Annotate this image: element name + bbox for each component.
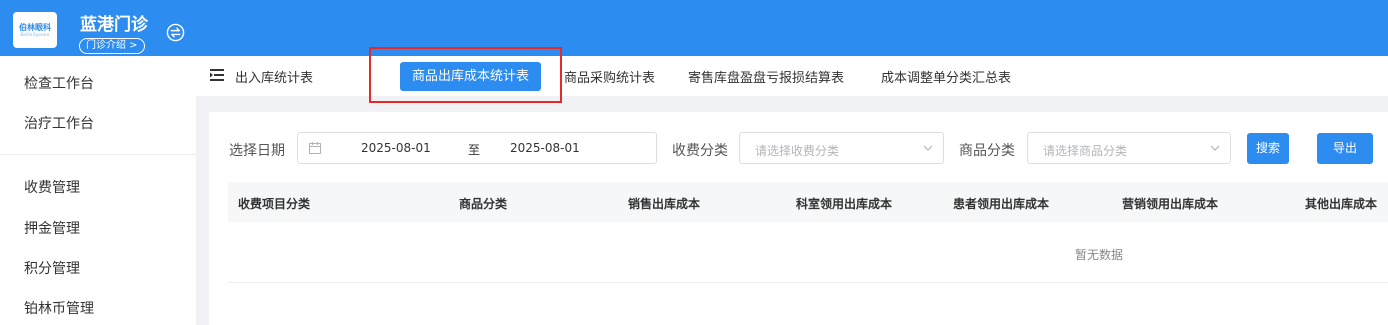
switch-icon[interactable]	[166, 23, 185, 42]
date-start-value[interactable]: 2025-08-01	[361, 141, 431, 155]
chevron-down-icon	[923, 145, 933, 151]
goods-category-placeholder: 请选择商品分类	[1043, 144, 1128, 158]
fee-category-label: 收费分类	[672, 143, 728, 159]
column-header-goods-category: 商品分类	[459, 197, 508, 211]
date-range-picker[interactable]: 2025-08-01 至 2025-08-01	[297, 132, 657, 164]
sidebar: 检查工作台 治疗工作台 收费管理 押金管理 积分管理 铂林币管理	[0, 56, 196, 325]
tab-stock-in-out-report[interactable]: 出入库统计表	[235, 67, 313, 86]
chevron-down-icon	[1210, 145, 1220, 151]
table-bottom-divider	[228, 282, 1388, 283]
logo-text: 伯林眼科	[19, 22, 51, 32]
sidebar-item-points-management[interactable]: 积分管理	[24, 258, 80, 278]
sidebar-divider	[0, 154, 196, 155]
tab-cost-adjustment-summary[interactable]: 成本调整单分类汇总表	[881, 67, 1011, 86]
date-range-separator: 至	[468, 143, 481, 157]
report-panel: 选择日期 2025-08-01 至 2025-08-01 收费分类 请选择收费分…	[209, 112, 1388, 325]
goods-category-select[interactable]: 请选择商品分类	[1027, 132, 1231, 164]
logo-subtext: Berlin Eyecare	[20, 31, 50, 37]
tab-goods-purchase-report[interactable]: 商品采购统计表	[564, 67, 655, 86]
clinic-name: 蓝港门诊	[80, 15, 148, 35]
calendar-icon	[309, 142, 321, 154]
tab-consignment-inventory-settlement[interactable]: 寄售库盘盈盘亏报损结算表	[688, 67, 844, 86]
sidebar-item-deposit-management[interactable]: 押金管理	[24, 218, 80, 238]
column-header-marketing-outbound-cost: 营销领用出库成本	[1122, 197, 1219, 211]
fee-category-select[interactable]: 请选择收费分类	[739, 132, 944, 164]
clinic-intro-link[interactable]: 门诊介绍 >	[79, 38, 145, 54]
date-end-value[interactable]: 2025-08-01	[510, 141, 580, 155]
date-label: 选择日期	[229, 143, 285, 159]
highlight-box	[369, 47, 562, 103]
goods-category-label: 商品分类	[959, 143, 1015, 159]
top-header-bar: 伯林眼科 Berlin Eyecare 蓝港门诊 门诊介绍 >	[0, 0, 1388, 56]
column-header-sales-outbound-cost: 销售出库成本	[628, 197, 701, 211]
column-header-fee-category: 收费项目分类	[238, 197, 311, 211]
column-header-department-outbound-cost: 科室领用出库成本	[796, 197, 893, 211]
menu-fold-icon[interactable]	[210, 69, 224, 81]
export-button[interactable]: 导出	[1317, 133, 1373, 164]
column-header-patient-outbound-cost: 患者领用出库成本	[953, 197, 1050, 211]
column-header-other-outbound-cost: 其他出库成本	[1305, 197, 1378, 211]
sidebar-item-fee-management[interactable]: 收费管理	[24, 177, 80, 197]
sidebar-item-exam-workbench[interactable]: 检查工作台	[24, 73, 94, 93]
clinic-logo: 伯林眼科 Berlin Eyecare	[13, 12, 57, 48]
search-button[interactable]: 搜索	[1247, 133, 1289, 164]
sidebar-item-berlin-coin-management[interactable]: 铂林币管理	[24, 298, 94, 318]
empty-table-text: 暂无数据	[1075, 248, 1124, 262]
fee-category-placeholder: 请选择收费分类	[755, 144, 840, 158]
table-header: 收费项目分类 商品分类 销售出库成本 科室领用出库成本 患者领用出库成本 营销领…	[228, 182, 1388, 222]
sidebar-item-treatment-workbench[interactable]: 治疗工作台	[24, 113, 94, 133]
